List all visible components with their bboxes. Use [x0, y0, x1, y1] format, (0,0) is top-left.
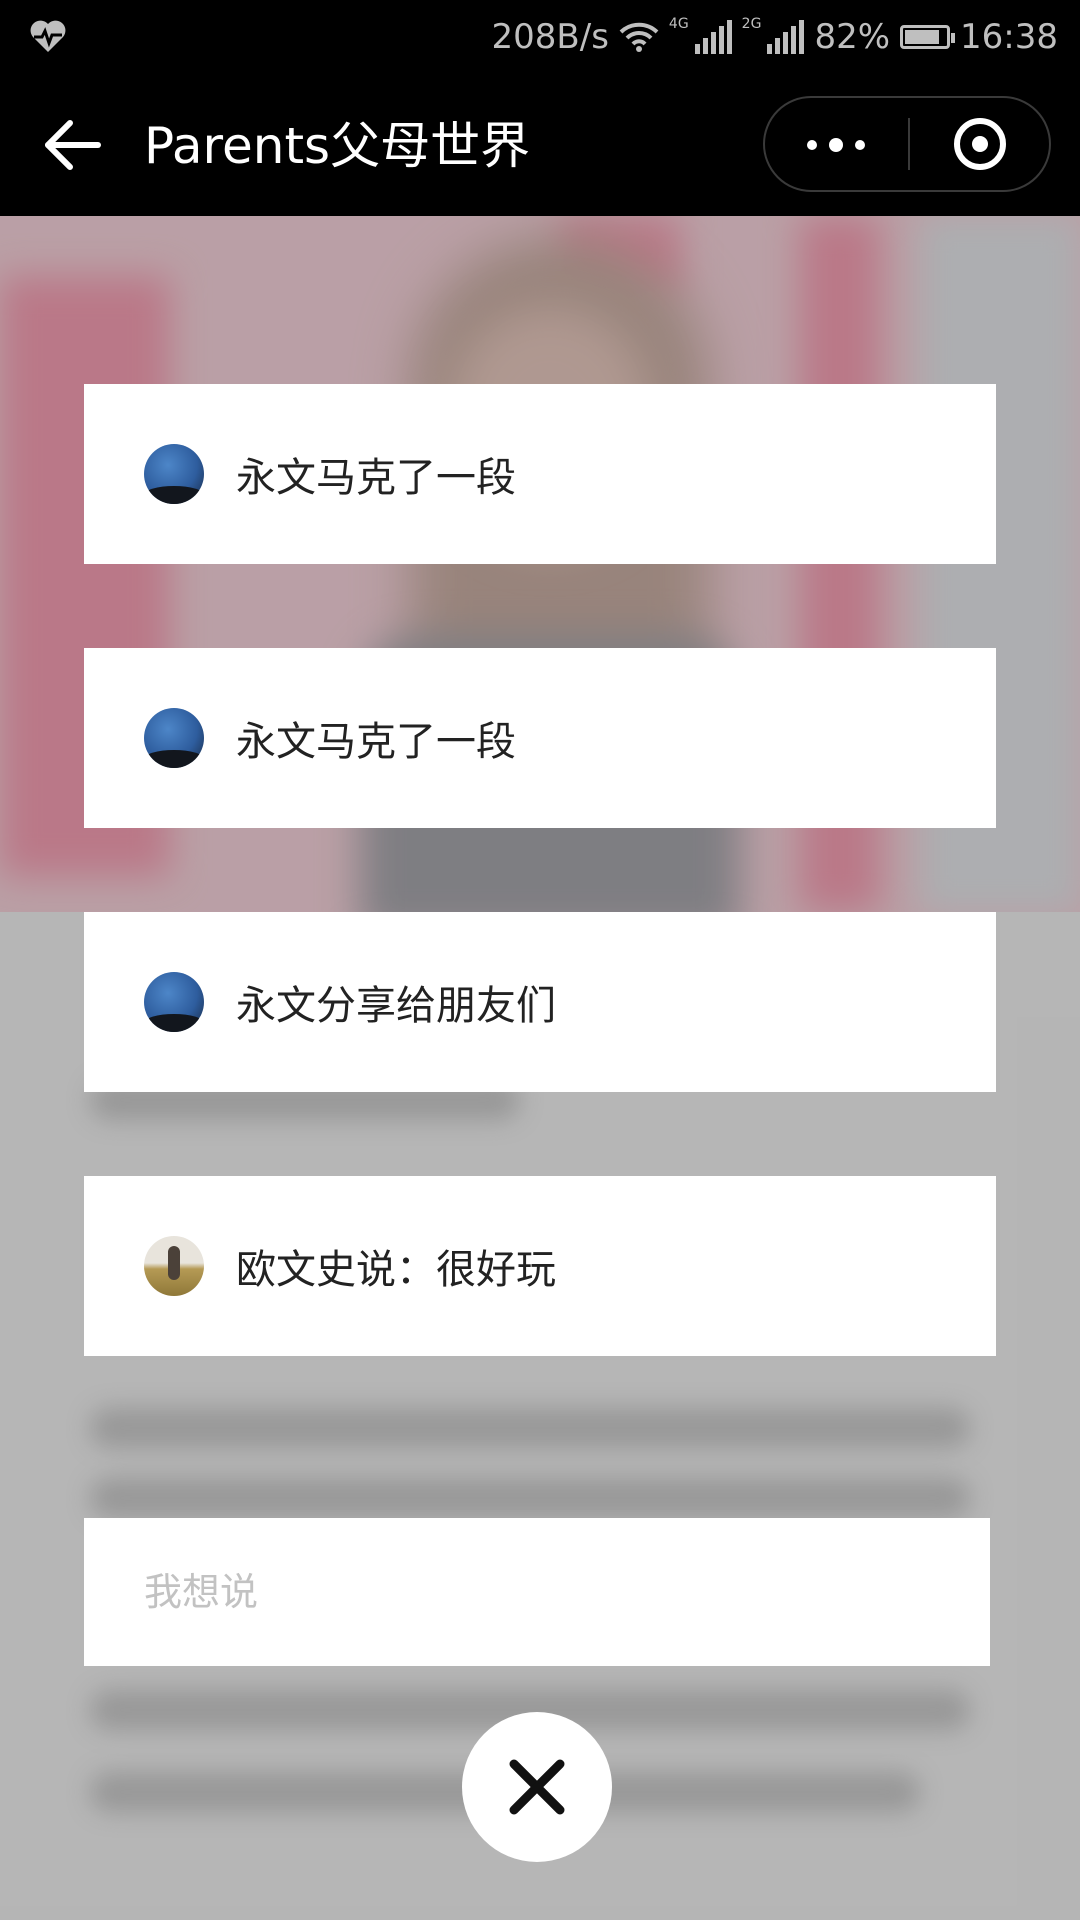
network-type-1: 4G: [668, 16, 689, 32]
close-x-icon: [509, 1759, 565, 1815]
activity-text: 永文分享给朋友们: [236, 983, 556, 1029]
close-button[interactable]: [462, 1712, 612, 1862]
battery-icon: [900, 25, 956, 49]
target-dot: [972, 136, 988, 152]
page-title: Parents父母世界: [144, 117, 531, 175]
activity-card[interactable]: 永文马克了一段: [84, 648, 996, 828]
health-heart-icon: [30, 20, 66, 52]
activity-text: 永文马克了一段: [236, 455, 516, 501]
title-bar: Parents父母世界: [0, 74, 1080, 216]
battery-percent: 82%: [814, 17, 891, 57]
wifi-icon: [619, 22, 659, 52]
activity-text: 永文马克了一段: [236, 719, 516, 765]
signal-icon: [767, 20, 805, 54]
arrow-left-icon: [45, 120, 101, 170]
more-dot: [829, 138, 843, 152]
more-button[interactable]: [765, 98, 908, 190]
avatar: [144, 708, 204, 768]
more-dot: [855, 140, 865, 150]
signal-icon: [694, 20, 732, 54]
activity-text: 欧文史说：很好玩: [236, 1247, 556, 1293]
network-type-2: 2G: [741, 16, 762, 32]
status-bar: 208B/s 4G 2G 82% 16:38: [0, 0, 1080, 74]
clock: 16:38: [960, 17, 1058, 57]
comment-input[interactable]: [84, 1518, 990, 1666]
activity-card[interactable]: 欧文史说：很好玩: [84, 1176, 996, 1356]
avatar: [144, 444, 204, 504]
activity-card[interactable]: 永文分享给朋友们: [84, 912, 996, 1092]
back-button[interactable]: [40, 112, 106, 178]
target-circle-icon: [954, 118, 1006, 170]
activity-card[interactable]: 永文马克了一段: [84, 384, 996, 564]
exit-miniprogram-button[interactable]: [910, 98, 1051, 190]
more-dots-icon: [807, 140, 817, 150]
avatar: [144, 1236, 204, 1296]
avatar: [144, 972, 204, 1032]
miniprogram-capsule: [763, 96, 1051, 192]
net-speed: 208B/s: [491, 17, 609, 57]
